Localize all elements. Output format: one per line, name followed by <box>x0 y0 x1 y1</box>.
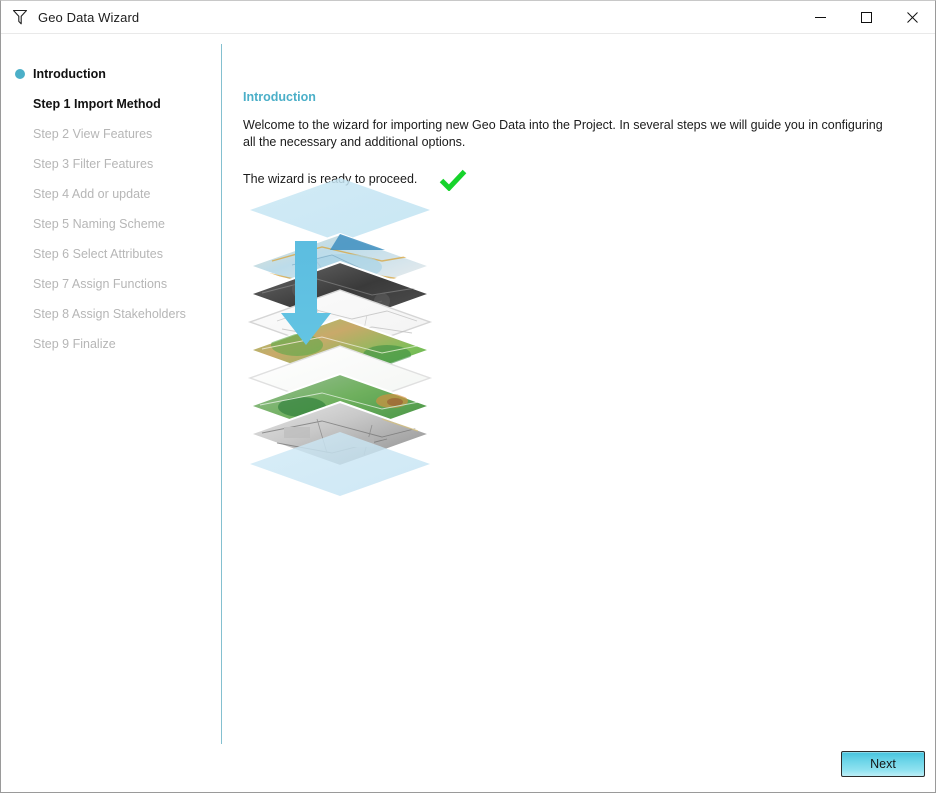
map-layers-graphic <box>247 178 433 496</box>
sidebar-item-label: Step 5 Naming Scheme <box>33 216 166 231</box>
sidebar-item-step-6: Step 6 Select Attributes <box>1 239 222 269</box>
stacked-map-layers-illustration <box>232 169 462 509</box>
sidebar-item-step-1[interactable]: Step 1 Import Method <box>1 89 222 119</box>
maximize-button[interactable] <box>843 1 889 33</box>
sidebar-item-label: Step 9 Finalize <box>33 336 116 351</box>
sidebar-item-label: Step 3 Filter Features <box>33 156 154 171</box>
sidebar-item-step-4: Step 4 Add or update <box>1 179 222 209</box>
close-icon <box>906 11 918 23</box>
window-title: Geo Data Wizard <box>38 9 140 25</box>
sidebar-item-label: Step 4 Add or update <box>33 186 151 201</box>
title-bar: Geo Data Wizard <box>1 1 935 34</box>
geo-data-wizard-window: Geo Data Wizard Introduction Step 1 Impo… <box>0 0 936 793</box>
minimize-button[interactable] <box>797 1 843 33</box>
sidebar-item-step-2: Step 2 View Features <box>1 119 222 149</box>
sidebar-item-introduction[interactable]: Introduction <box>1 59 222 89</box>
sidebar-item-label: Step 6 Select Attributes <box>33 246 163 261</box>
sidebar-item-label: Introduction <box>33 66 106 81</box>
minimize-icon <box>814 16 826 18</box>
funnel-icon <box>12 9 28 25</box>
current-step-bullet-icon <box>15 69 25 79</box>
sidebar-item-step-3: Step 3 Filter Features <box>1 149 222 179</box>
sidebar-item-label: Step 7 Assign Functions <box>33 276 168 291</box>
map-layer-1 <box>250 178 430 242</box>
sidebar-item-label: Step 8 Assign Stakeholders <box>33 306 186 321</box>
main-content-panel: Introduction Welcome to the wizard for i… <box>222 34 935 744</box>
sidebar-item-step-8: Step 8 Assign Stakeholders <box>1 299 222 329</box>
maximize-icon <box>860 11 872 23</box>
sidebar-item-step-5: Step 5 Naming Scheme <box>1 209 222 239</box>
wizard-steps-sidebar: Introduction Step 1 Import Method Step 2… <box>1 34 222 746</box>
sidebar-item-step-7: Step 7 Assign Functions <box>1 269 222 299</box>
intro-paragraph: Welcome to the wizard for importing new … <box>243 117 883 149</box>
wizard-footer: Next <box>1 744 935 792</box>
sidebar-item-label: Step 1 Import Method <box>33 96 161 111</box>
window-controls <box>797 1 935 33</box>
next-button[interactable]: Next <box>841 751 925 777</box>
sidebar-item-step-9: Step 9 Finalize <box>1 329 222 359</box>
window-body: Introduction Step 1 Import Method Step 2… <box>1 34 935 746</box>
sidebar-item-label: Step 2 View Features <box>33 126 153 141</box>
close-button[interactable] <box>889 1 935 33</box>
page-title: Introduction <box>243 90 316 104</box>
